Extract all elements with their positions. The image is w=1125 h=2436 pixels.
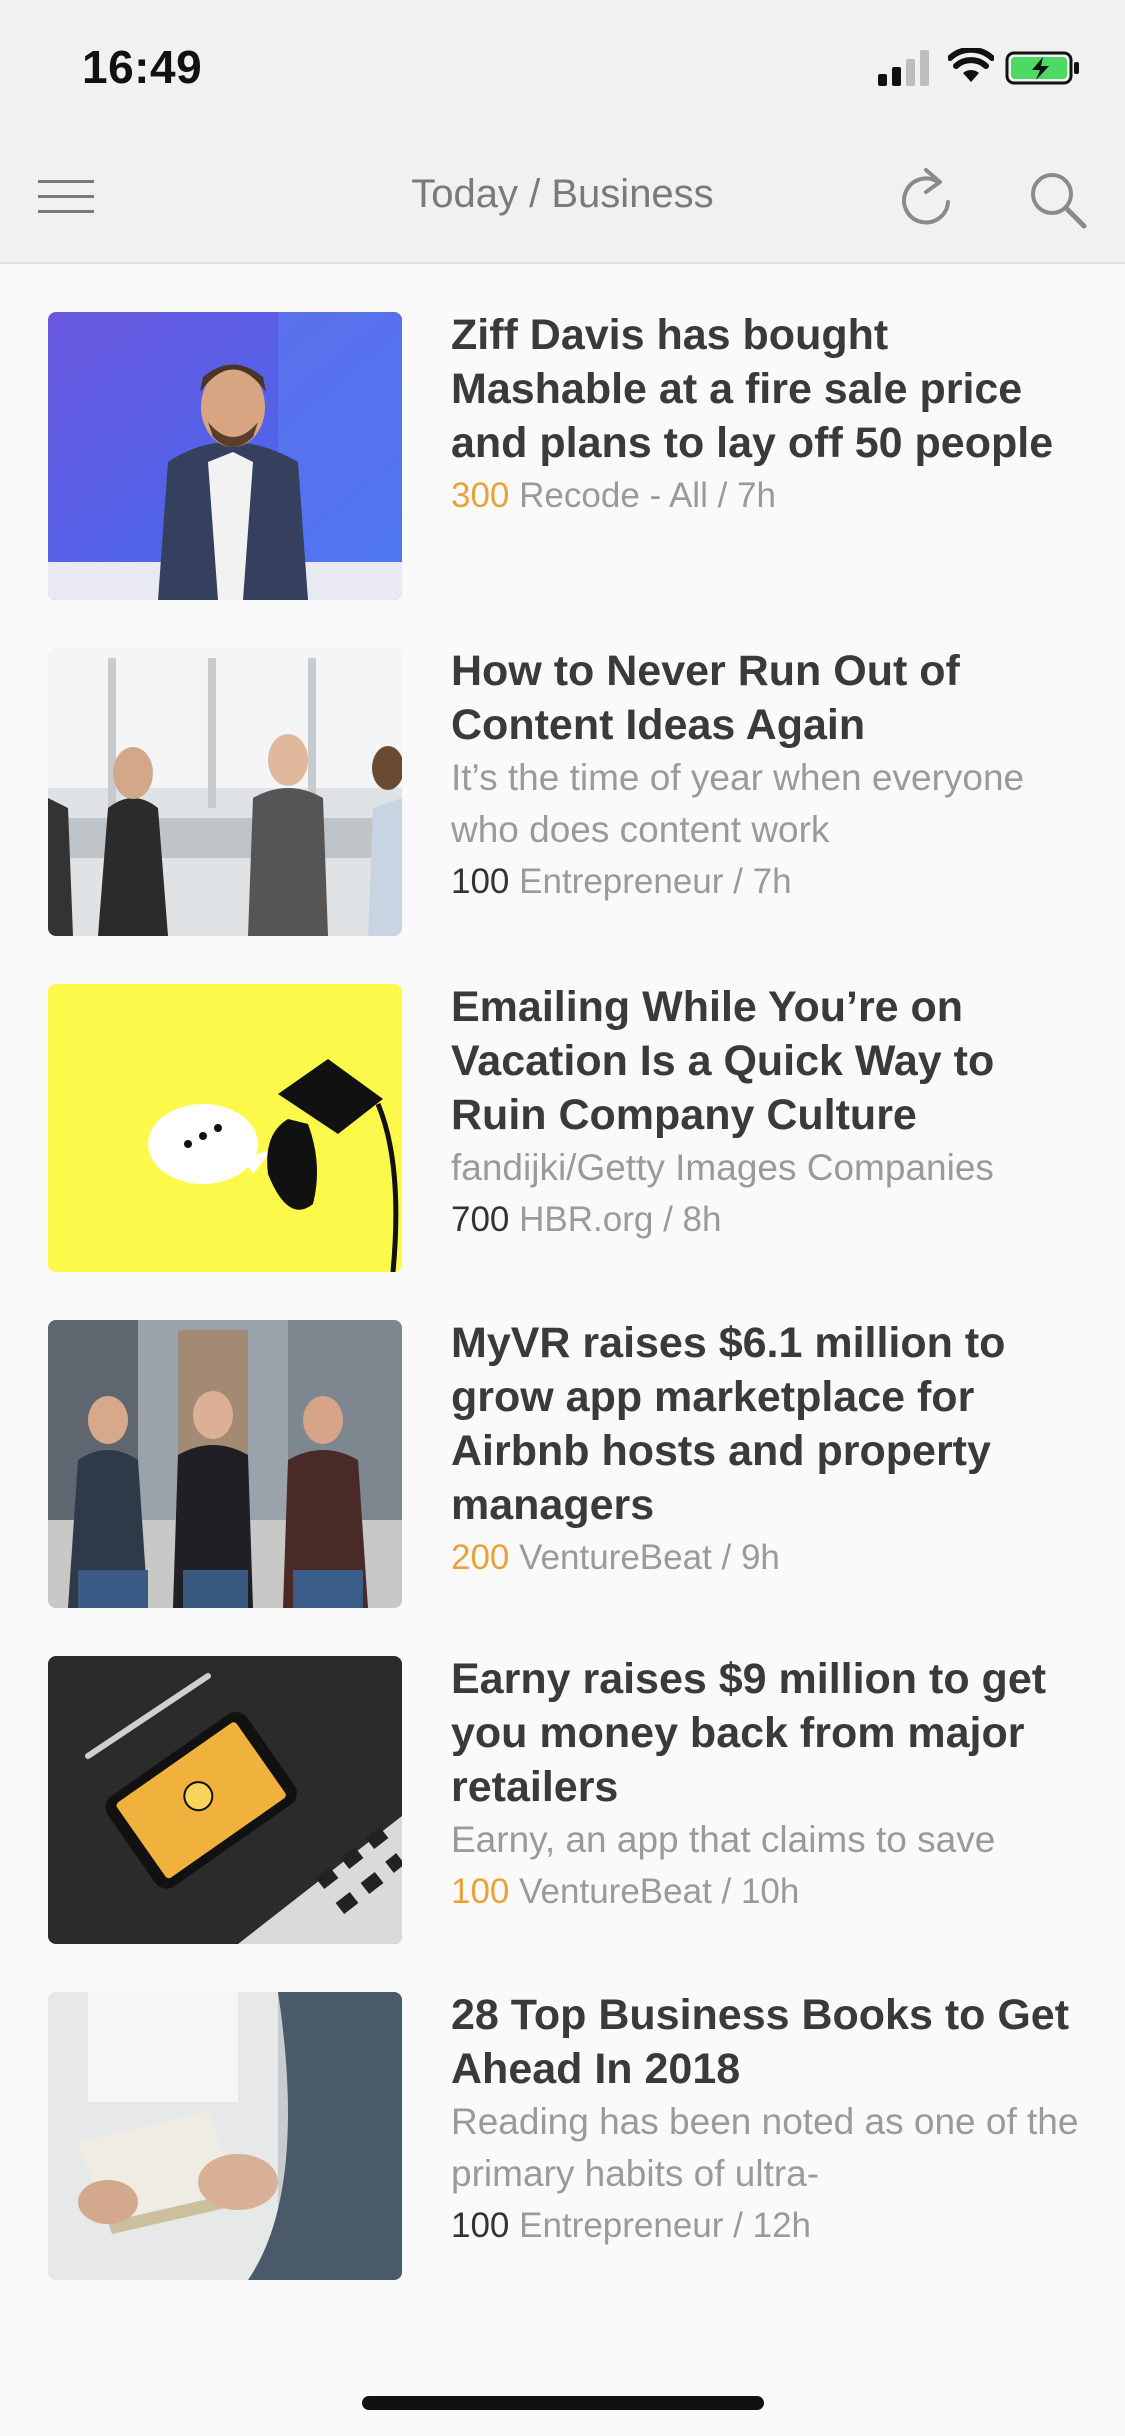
- status-time: 16:49: [82, 41, 203, 93]
- article-source: VentureBeat / 9h: [519, 1538, 780, 1577]
- article-meta: 200 VentureBeat / 9h: [451, 1532, 1091, 1584]
- article-meta: 100 VentureBeat / 10h: [451, 1866, 1091, 1918]
- article-summary: It’s the time of year when everyone who …: [451, 757, 1025, 850]
- article-source: Entrepreneur / 7h: [519, 862, 792, 901]
- article-source: VentureBeat / 10h: [519, 1872, 800, 1911]
- engagement-count: 200: [451, 1538, 510, 1577]
- article-source: Entrepreneur / 12h: [519, 2206, 812, 2245]
- article-thumbnail: [48, 1992, 402, 2280]
- article-thumbnail: [48, 1656, 402, 1944]
- home-indicator[interactable]: [362, 2396, 764, 2410]
- battery-charging-icon: [1005, 51, 1079, 85]
- article-item[interactable]: MyVR raises $6.1 million to grow app mar…: [0, 1272, 1125, 1608]
- search-icon[interactable]: [1028, 170, 1088, 230]
- article-headline: Earny raises $9 million to get you money…: [451, 1655, 1047, 1811]
- engagement-count: 100: [451, 1872, 510, 1911]
- engagement-count: 100: [451, 862, 510, 901]
- engagement-count: 300: [451, 476, 510, 515]
- article-headline: 28 Top Business Books to Get Ahead In 20…: [451, 1991, 1070, 2093]
- wifi-icon: [948, 48, 994, 82]
- article-meta: 300 Recode - All / 7h: [451, 470, 1091, 522]
- article-thumbnail: [48, 984, 402, 1272]
- article-thumbnail: [48, 312, 402, 600]
- cellular-signal-icon: [878, 50, 929, 86]
- page-title: Today / Business: [411, 172, 714, 216]
- article-item[interactable]: Emailing While You’re on Vacation Is a Q…: [0, 936, 1125, 1272]
- refresh-icon[interactable]: [896, 158, 956, 228]
- article-item[interactable]: Ziff Davis has bought Mashable at a fire…: [0, 264, 1125, 600]
- article-item[interactable]: Earny raises $9 million to get you money…: [0, 1608, 1125, 1944]
- navigation-bar: Today / Business: [0, 130, 1125, 264]
- article-summary: fandijki/Getty Images Companies: [451, 1147, 994, 1188]
- article-headline: Emailing While You’re on Vacation Is a Q…: [451, 983, 995, 1139]
- status-bar: 16:49: [0, 0, 1125, 130]
- article-summary: Reading has been noted as one of the pri…: [451, 2101, 1079, 2194]
- article-meta: 100 Entrepreneur / 7h: [451, 856, 1091, 908]
- article-headline: Ziff Davis has bought Mashable at a fire…: [451, 311, 1054, 467]
- article-item[interactable]: How to Never Run Out of Content Ideas Ag…: [0, 600, 1125, 936]
- article-thumbnail: [48, 1320, 402, 1608]
- article-source: HBR.org / 8h: [519, 1200, 722, 1239]
- article-meta: 700 HBR.org / 8h: [451, 1194, 1091, 1246]
- article-meta: 100 Entrepreneur / 12h: [451, 2200, 1091, 2252]
- article-item[interactable]: 28 Top Business Books to Get Ahead In 20…: [0, 1944, 1125, 2280]
- article-headline: How to Never Run Out of Content Ideas Ag…: [451, 647, 960, 749]
- article-headline: MyVR raises $6.1 million to grow app mar…: [451, 1319, 1006, 1529]
- article-thumbnail: [48, 648, 402, 936]
- article-summary: Earny, an app that claims to save: [451, 1819, 996, 1860]
- article-source: Recode - All / 7h: [519, 476, 776, 515]
- engagement-count: 700: [451, 1200, 510, 1239]
- engagement-count: 100: [451, 2206, 510, 2245]
